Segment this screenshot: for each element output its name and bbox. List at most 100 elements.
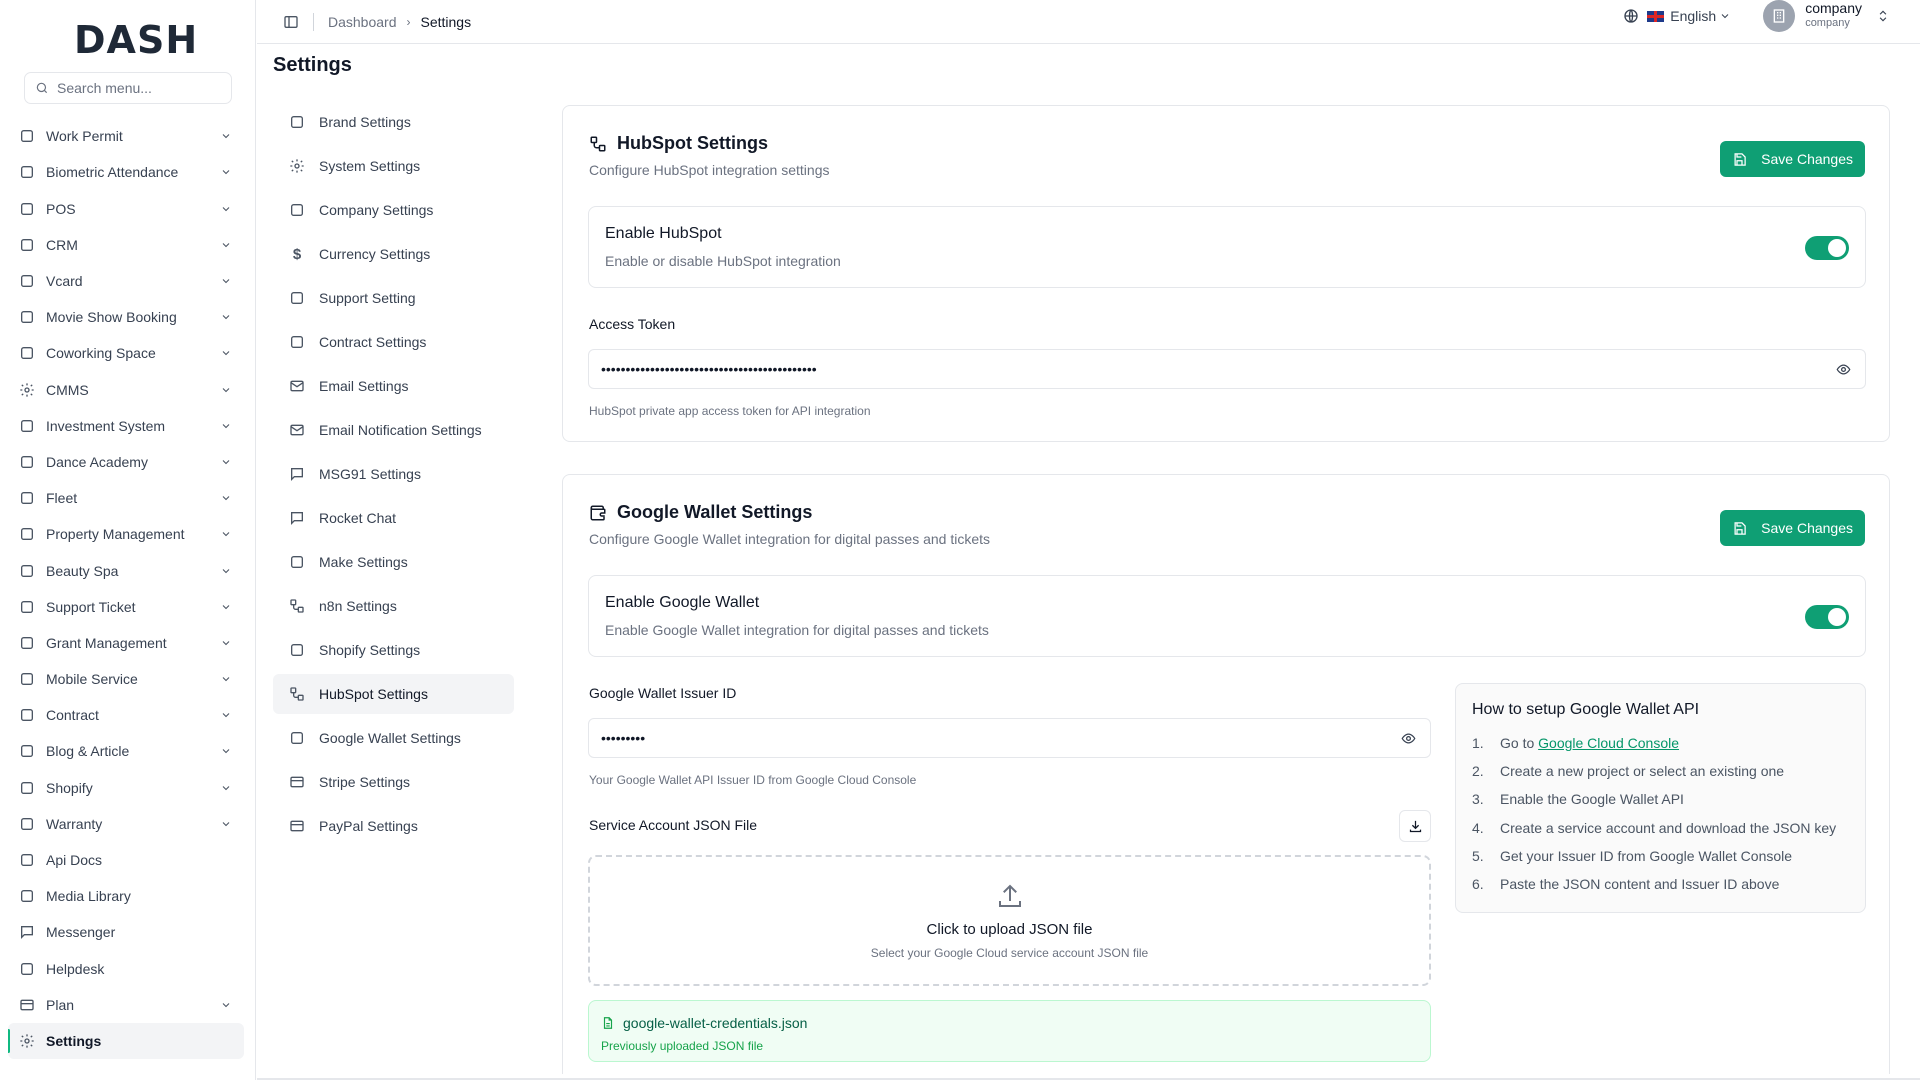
settings-nav-support-setting[interactable]: Support Setting xyxy=(273,278,514,318)
sidebar-item-fleet[interactable]: Fleet xyxy=(8,480,244,516)
sidebar-item-investment-system[interactable]: Investment System xyxy=(8,408,244,444)
sidebar-item-label: Shopify xyxy=(46,779,93,796)
issuer-id-input[interactable]: ••••••••• xyxy=(588,718,1431,758)
sidebar-item-shopify[interactable]: Shopify xyxy=(8,770,244,806)
eye-icon[interactable] xyxy=(1401,731,1416,746)
settings-nav-msg91-settings[interactable]: MSG91 Settings xyxy=(273,454,514,494)
avatar[interactable] xyxy=(1763,0,1796,32)
chevron-down-icon xyxy=(218,673,234,685)
sidebar-item-pos[interactable]: POS xyxy=(8,191,244,227)
settings-nav-shopify-settings[interactable]: Shopify Settings xyxy=(273,630,514,670)
sidebar-item-crm[interactable]: CRM xyxy=(8,227,244,263)
sidebar-item-settings[interactable]: Settings xyxy=(8,1022,244,1060)
help-step: 2. Create a new project or select an exis… xyxy=(1472,763,1836,791)
settings-nav-system-settings[interactable]: System Settings xyxy=(273,146,514,186)
sidebar-item-helpdesk[interactable]: Helpdesk xyxy=(8,951,244,987)
settings-nav-rocket-chat[interactable]: Rocket Chat xyxy=(273,498,514,538)
help-step: 5. Get your Issuer ID from Google Wallet … xyxy=(1472,848,1836,876)
sidebar-item-blog-article[interactable]: Blog & Article xyxy=(8,733,244,769)
json-upload-dropzone[interactable]: Click to upload JSON file Select your Go… xyxy=(588,855,1431,986)
gear-icon xyxy=(289,158,305,174)
sidebar-item-label: Contract xyxy=(46,707,99,724)
hubspot-card-title: HubSpot Settings xyxy=(589,133,768,154)
sidebar-item-label: Vcard xyxy=(46,273,83,290)
sidebar-item-coworking-space[interactable]: Coworking Space xyxy=(8,335,244,371)
sidebar-item-label: Plan xyxy=(46,996,75,1013)
issuer-id-label: Google Wallet Issuer ID xyxy=(589,685,737,701)
sidebar-item-work-permit[interactable]: Work Permit xyxy=(8,118,244,154)
settings-nav-google-wallet-settings[interactable]: Google Wallet Settings xyxy=(273,718,514,758)
headphones-icon xyxy=(289,290,305,306)
settings-nav-label: Email Notification Settings xyxy=(319,422,482,438)
settings-nav-email-notification-settings[interactable]: Email Notification Settings xyxy=(273,410,514,450)
sidebar-item-dance-academy[interactable]: Dance Academy xyxy=(8,444,244,480)
newspaper-icon xyxy=(18,742,36,760)
sidebar-item-property-management[interactable]: Property Management xyxy=(8,516,244,552)
chevron-down-icon xyxy=(218,420,234,432)
settings-nav-contract-settings[interactable]: Contract Settings xyxy=(273,322,514,362)
building-icon xyxy=(18,525,36,543)
sidebar-item-warranty[interactable]: Warranty xyxy=(8,806,244,842)
sidebar-item-plan[interactable]: Plan xyxy=(8,987,244,1023)
file-text-icon xyxy=(18,851,36,869)
settings-nav-brand-settings[interactable]: Brand Settings xyxy=(273,102,514,142)
sidebar-item-grant-management[interactable]: Grant Management xyxy=(8,625,244,661)
access-token-label: Access Token xyxy=(589,316,676,332)
settings-nav-label: MSG91 Settings xyxy=(319,466,421,482)
enable-wallet-toggle[interactable] xyxy=(1805,605,1849,629)
access-token-input[interactable]: ••••••••••••••••••••••••••••••••••••••••… xyxy=(588,349,1866,389)
chevrons-up-down-icon[interactable] xyxy=(1876,9,1890,23)
save-icon xyxy=(1734,152,1746,166)
sidebar-item-messenger[interactable]: Messenger xyxy=(8,914,244,950)
enable-hubspot-toggle[interactable] xyxy=(1805,236,1849,260)
user-menu[interactable]: company company xyxy=(1805,1,1862,31)
chevron-down-icon xyxy=(218,528,234,540)
language-selector[interactable]: English xyxy=(1623,8,1731,24)
settings-nav-hubspot-settings[interactable]: HubSpot Settings xyxy=(273,674,514,714)
sidebar-item-mobile-service[interactable]: Mobile Service xyxy=(8,661,244,697)
sidebar-item-hrm[interactable]: HRM xyxy=(8,106,244,118)
sidebar-menu: HRM Work Permit Biometric Attendance POS CRM… xyxy=(8,106,244,1068)
enable-wallet-title: Enable Google Wallet xyxy=(605,594,760,611)
sidebar-item-support-ticket[interactable]: Support Ticket xyxy=(8,589,244,625)
upload-title: Click to upload JSON file xyxy=(926,921,1093,938)
sidebar-item-label: Helpdesk xyxy=(46,960,105,977)
settings-nav-email-settings[interactable]: Email Settings xyxy=(273,366,514,406)
sidebar-item-movie-show-booking[interactable]: Movie Show Booking xyxy=(8,299,244,335)
sidebar-item-api-docs[interactable]: Api Docs xyxy=(8,842,244,878)
building-icon xyxy=(1773,9,1785,23)
search-input[interactable]: Search menu... xyxy=(24,72,232,104)
settings-nav-n8n-settings[interactable]: n8n Settings xyxy=(273,586,514,626)
eye-icon[interactable] xyxy=(1836,362,1851,377)
sidebar-item-label: Work Permit xyxy=(46,128,123,145)
sidebar-item-label: Api Docs xyxy=(46,852,103,869)
sidebar-item-beauty-spa[interactable]: Beauty Spa xyxy=(8,552,244,588)
chevron-down-icon xyxy=(218,999,234,1011)
settings-nav-stripe-settings[interactable]: Stripe Settings xyxy=(273,762,514,802)
settings-nav-paypal-settings[interactable]: PayPal Settings xyxy=(273,806,514,846)
settings-nav-make-settings[interactable]: Make Settings xyxy=(273,542,514,582)
sidebar-item-label: Fleet xyxy=(46,490,78,507)
workflow-icon xyxy=(289,686,305,702)
chevron-down-icon xyxy=(218,384,234,396)
wallet-save-button[interactable]: Save Changes xyxy=(1720,510,1865,546)
download-json-button[interactable] xyxy=(1399,810,1431,842)
wallet-title: Google Wallet Settings xyxy=(617,502,813,522)
settings-nav-label: Company Settings xyxy=(319,202,434,218)
hubspot-save-button[interactable]: Save Changes xyxy=(1720,141,1865,177)
google-cloud-console-link[interactable]: Google Cloud Console xyxy=(1538,735,1679,763)
settings-nav-company-settings[interactable]: Company Settings xyxy=(273,190,514,230)
wallet-icon xyxy=(289,730,305,746)
settings-nav-currency-settings[interactable]: $ Currency Settings xyxy=(273,234,514,274)
breadcrumb-dashboard[interactable]: Dashboard xyxy=(328,14,397,30)
sidebar-item-media-library[interactable]: Media Library xyxy=(8,878,244,914)
sidebar-item-cmms[interactable]: CMMS xyxy=(8,372,244,408)
sidebar-toggle-icon[interactable] xyxy=(283,14,299,30)
sidebar-item-vcard[interactable]: Vcard xyxy=(8,263,244,299)
headset-icon xyxy=(18,598,36,616)
help-step-text: Enable the Google Wallet API xyxy=(1500,791,1684,808)
sidebar-item-label: CRM xyxy=(46,236,78,253)
sidebar-item-biometric-attendance[interactable]: Biometric Attendance xyxy=(8,154,244,190)
wallet-icon xyxy=(589,504,607,522)
sidebar-item-contract[interactable]: Contract xyxy=(8,697,244,733)
